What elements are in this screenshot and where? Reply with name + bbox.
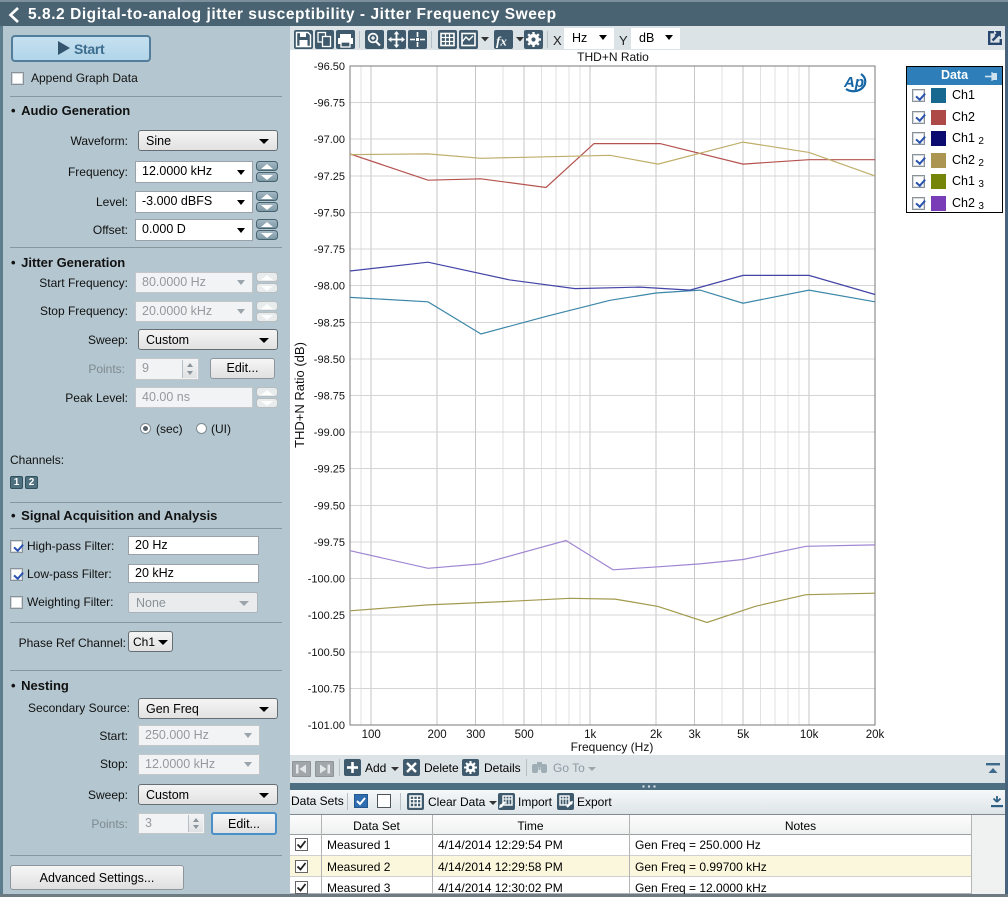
svg-text:THD+N Ratio (dB): THD+N Ratio (dB)	[292, 342, 307, 448]
svg-text:-98.00: -98.00	[314, 281, 345, 293]
svg-text:-100.50: -100.50	[308, 647, 345, 659]
svg-text:20k: 20k	[866, 729, 885, 741]
svg-text:-100.75: -100.75	[308, 683, 345, 695]
svg-text:-98.25: -98.25	[314, 317, 345, 329]
svg-text:Ap: Ap	[843, 74, 864, 91]
svg-text:-101.00: -101.00	[308, 720, 345, 732]
svg-text:THD+N Ratio: THD+N Ratio	[577, 52, 649, 64]
svg-text:-100.00: -100.00	[308, 574, 345, 586]
svg-text:5k: 5k	[737, 729, 749, 741]
svg-text:-97.50: -97.50	[314, 207, 345, 219]
svg-text:-99.50: -99.50	[314, 500, 345, 512]
svg-text:-98.75: -98.75	[314, 391, 345, 403]
svg-text:3k: 3k	[689, 729, 701, 741]
svg-text:-96.75: -96.75	[314, 98, 345, 110]
svg-text:200: 200	[428, 729, 447, 741]
svg-text:-99.00: -99.00	[314, 427, 345, 439]
svg-text:-99.25: -99.25	[314, 464, 345, 476]
svg-text:300: 300	[466, 729, 485, 741]
svg-text:-97.00: -97.00	[314, 134, 345, 146]
svg-text:10k: 10k	[800, 729, 819, 741]
svg-text:fx: fx	[496, 34, 507, 49]
svg-text:-97.25: -97.25	[314, 171, 345, 183]
svg-text:-99.75: -99.75	[314, 537, 345, 549]
svg-text:-96.50: -96.50	[314, 61, 345, 73]
svg-text:100: 100	[362, 729, 381, 741]
svg-text:Frequency (Hz): Frequency (Hz)	[571, 740, 654, 754]
svg-text:500: 500	[515, 729, 534, 741]
svg-text:-100.25: -100.25	[308, 610, 345, 622]
svg-text:-97.75: -97.75	[314, 244, 345, 256]
svg-text:-98.50: -98.50	[314, 354, 345, 366]
